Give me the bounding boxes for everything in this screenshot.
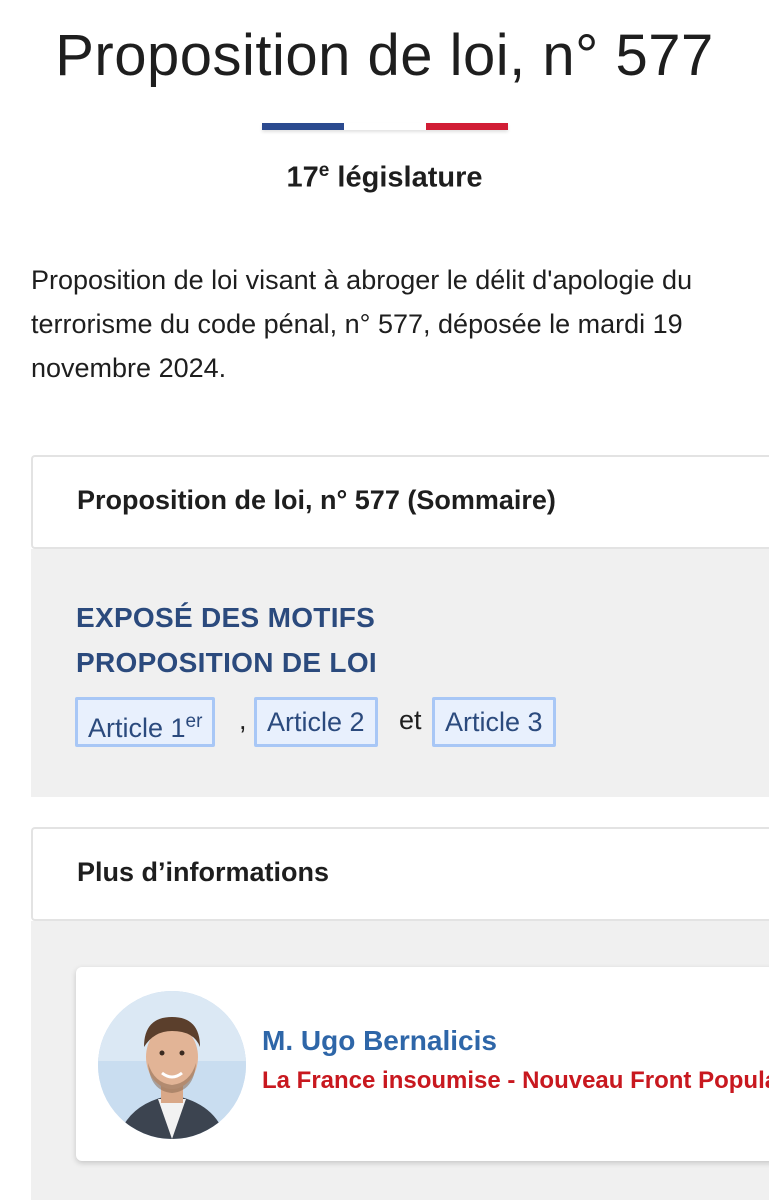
article-separator-et: et [399, 705, 422, 735]
page-title: Proposition de loi, n° 577 [55, 23, 714, 88]
tricolor-white [344, 123, 426, 130]
link-proposition-de-loi[interactable]: PROPOSITION DE LOI [76, 647, 377, 679]
more-info-title: Plus d’informations [77, 857, 330, 887]
deputy-name[interactable]: M. Ugo Bernalicis [262, 1025, 497, 1057]
article-2-link[interactable]: Article 2 [254, 697, 378, 747]
summary-title: Proposition de loi, n° 577 (Sommaire) [77, 485, 556, 515]
deputy-photo [98, 991, 246, 1139]
legislature-label: 17e législature [0, 160, 769, 195]
article-3-link[interactable]: Article 3 [432, 697, 556, 747]
article-1-sup: er [185, 711, 203, 732]
article-1-link[interactable]: Article 1er [75, 697, 216, 747]
deputy-group: La France insoumise - Nouveau Front Popu… [262, 1067, 769, 1094]
legislature-number: 17 [286, 161, 319, 194]
article-1-label: Article 1 [88, 713, 186, 743]
link-expose-des-motifs[interactable]: EXPOSÉ DES MOTIFS [76, 602, 375, 634]
legislature-sup: e [318, 160, 330, 181]
article-2-label: Article 2 [267, 707, 365, 737]
article-separator-comma: , [239, 705, 247, 735]
bill-description: Proposition de loi visant à abroger le d… [31, 265, 693, 383]
deputy-avatar [98, 991, 246, 1139]
tricolor-divider [262, 123, 508, 130]
article-3-label: Article 3 [445, 707, 543, 737]
tricolor-red [426, 123, 508, 130]
legislature-text: législature [337, 161, 483, 194]
more-info-panel-header[interactable]: Plus d’informations [31, 827, 769, 921]
summary-panel-header[interactable]: Proposition de loi, n° 577 (Sommaire) [31, 455, 769, 549]
tricolor-blue [262, 123, 344, 130]
deputy-card[interactable]: M. Ugo Bernalicis La France insoumise - … [76, 967, 769, 1161]
